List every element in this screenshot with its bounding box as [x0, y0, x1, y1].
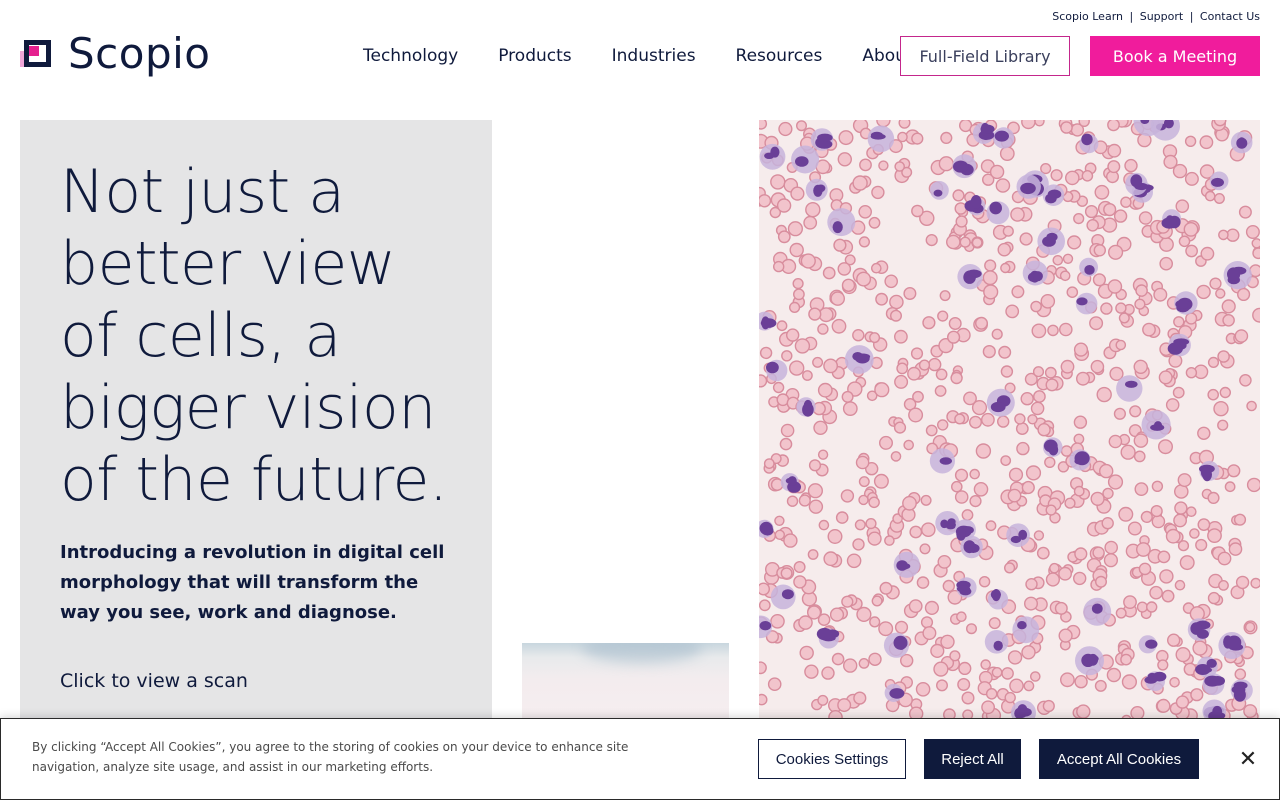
nav-technology[interactable]: Technology [343, 46, 478, 66]
scan-thumbnail-image[interactable] [522, 643, 729, 723]
view-scan-link[interactable]: Click to view a scan [60, 670, 248, 692]
reject-all-button[interactable]: Reject All [924, 739, 1021, 779]
contact-us-link[interactable]: Contact Us [1200, 10, 1260, 23]
nav-resources[interactable]: Resources [716, 46, 843, 66]
nav-industries[interactable]: Industries [592, 46, 716, 66]
support-link[interactable]: Support [1140, 10, 1183, 23]
logo-text: Scopio [68, 29, 211, 78]
accept-all-cookies-button[interactable]: Accept All Cookies [1039, 739, 1199, 779]
cookie-banner: By clicking “Accept All Cookies”, you ag… [0, 718, 1280, 800]
cookies-settings-button[interactable]: Cookies Settings [758, 739, 906, 779]
hero-panel: Not just a better view of cells, a bigge… [20, 120, 492, 720]
utility-separator: | [1129, 10, 1134, 23]
nav-products[interactable]: Products [478, 46, 591, 66]
hero-subtitle: Introducing a revolution in digital cell… [60, 542, 445, 623]
main-nav: Technology Products Industries Resources… [343, 36, 933, 76]
blood-cell-microscopy-image [759, 120, 1260, 720]
cell-image-graphic [759, 120, 1260, 720]
close-icon[interactable]: ✕ [1235, 746, 1261, 772]
scopio-logo-icon [20, 37, 54, 71]
cookie-text: By clicking “Accept All Cookies”, you ag… [32, 740, 629, 774]
scopio-learn-link[interactable]: Scopio Learn [1052, 10, 1123, 23]
full-field-library-button[interactable]: Full-Field Library [900, 36, 1070, 76]
book-meeting-button[interactable]: Book a Meeting [1090, 36, 1260, 76]
hero-title: Not just a better view of cells, a bigge… [60, 157, 448, 515]
site-logo[interactable]: Scopio [20, 32, 210, 76]
utility-separator: | [1189, 10, 1194, 23]
utility-links: Scopio Learn | Support | Contact Us [1052, 10, 1260, 23]
